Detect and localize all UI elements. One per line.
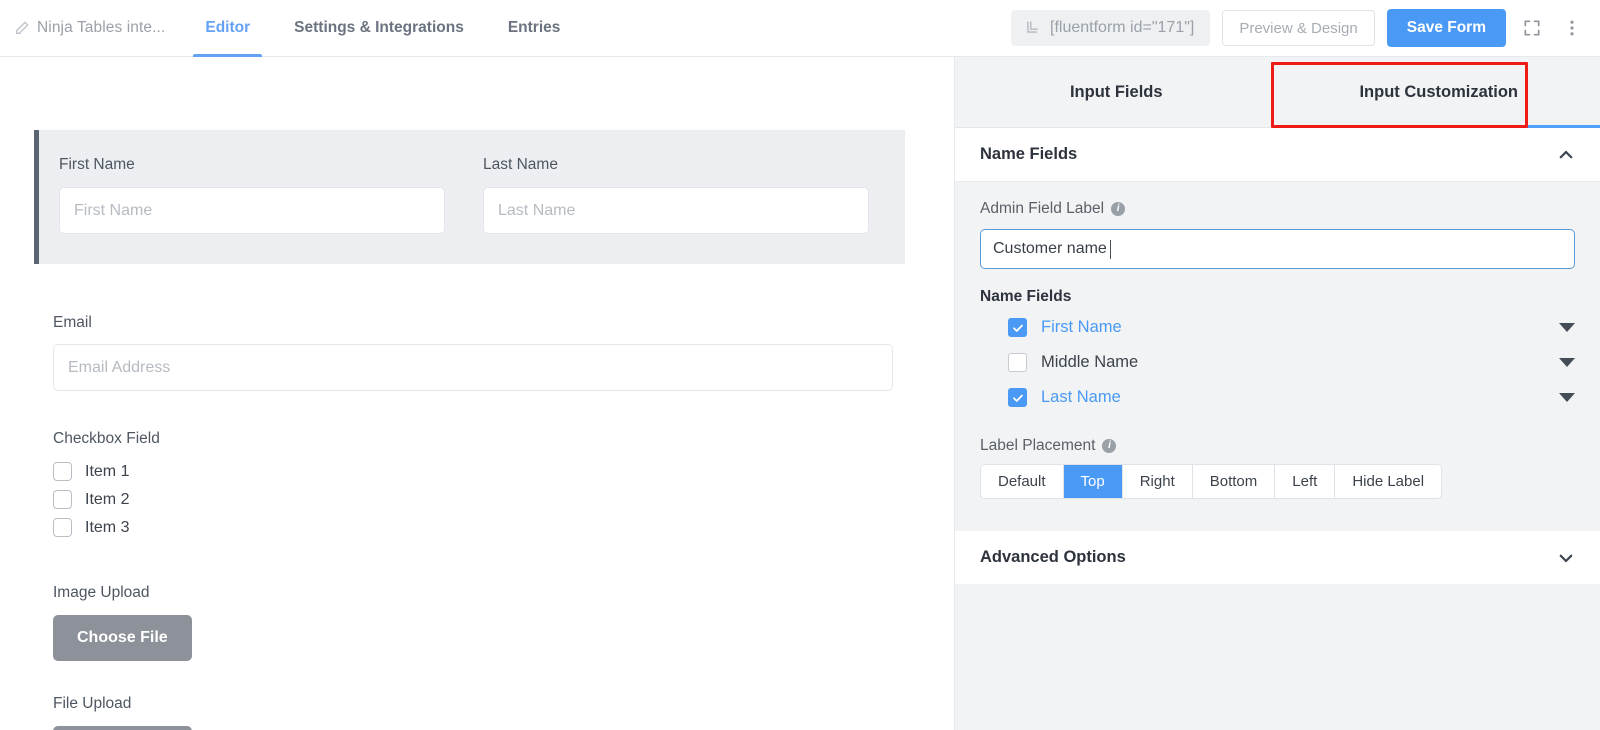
preview-checkbox-item-3-label: Item 3 bbox=[85, 519, 129, 537]
preview-last-name-label: Last Name bbox=[483, 156, 869, 174]
section-body-name-fields: Admin Field Label i Customer name Name F… bbox=[955, 181, 1600, 523]
preview-first-name-label: First Name bbox=[59, 156, 445, 174]
pencil-icon bbox=[14, 20, 30, 36]
label-placement-option-top[interactable]: Top bbox=[1064, 465, 1123, 498]
image-upload-choose-file-button[interactable]: Choose File bbox=[53, 615, 192, 661]
name-field-first-name-label: First Name bbox=[1041, 318, 1122, 337]
tab-editor[interactable]: Editor bbox=[183, 0, 272, 57]
tab-entries[interactable]: Entries bbox=[486, 0, 583, 57]
tab-settings-integrations-label: Settings & Integrations bbox=[294, 19, 464, 37]
admin-field-label-value: Customer name bbox=[993, 240, 1107, 258]
label-placement-option-right[interactable]: Right bbox=[1123, 465, 1193, 498]
preview-email-label: Email bbox=[53, 314, 893, 332]
top-bar-actions: [fluentform id="171"] Preview & Design S… bbox=[1011, 9, 1600, 47]
info-icon[interactable]: i bbox=[1102, 439, 1116, 453]
preview-first-name-input[interactable]: First Name bbox=[59, 187, 445, 234]
top-bar: Ninja Tables inte... Editor Settings & I… bbox=[0, 0, 1600, 57]
save-form-button[interactable]: Save Form bbox=[1387, 9, 1506, 47]
preview-checkbox-item-2-label: Item 2 bbox=[85, 491, 129, 509]
name-field-row-middle-name[interactable]: Middle Name bbox=[980, 345, 1575, 380]
tab-input-customization-label: Input Customization bbox=[1359, 83, 1518, 102]
admin-field-label-label: Admin Field Label i bbox=[980, 200, 1575, 218]
name-field-last-name-label: Last Name bbox=[1041, 388, 1121, 407]
preview-checkbox-item-3[interactable]: Item 3 bbox=[53, 518, 453, 537]
settings-panel: Input Fields Input Customization Name Fi… bbox=[955, 57, 1600, 730]
label-placement-option-default[interactable]: Default bbox=[981, 465, 1064, 498]
form-title: Ninja Tables inte... bbox=[37, 19, 165, 37]
text-caret bbox=[1110, 240, 1111, 259]
fullscreen-icon[interactable] bbox=[1518, 14, 1546, 42]
preview-field-image-upload[interactable]: Image Upload Choose File bbox=[53, 584, 453, 661]
preview-image-upload-label: Image Upload bbox=[53, 584, 453, 602]
preview-checkbox-label: Checkbox Field bbox=[53, 430, 453, 448]
chevron-up-icon bbox=[1557, 146, 1575, 164]
shortcode-text: [fluentform id="171"] bbox=[1050, 19, 1194, 37]
checkbox-checked-icon[interactable] bbox=[1008, 318, 1027, 337]
checkbox-icon[interactable] bbox=[53, 462, 72, 481]
preview-field-name[interactable]: First Name First Name Last Name Last Nam… bbox=[34, 130, 905, 264]
chevron-down-icon[interactable] bbox=[1559, 358, 1575, 367]
info-icon[interactable]: i bbox=[1111, 202, 1125, 216]
section-header-advanced-options[interactable]: Advanced Options bbox=[955, 531, 1600, 584]
panel-content: Name Fields Admin Field Label i Customer… bbox=[955, 128, 1600, 730]
checkbox-checked-icon[interactable] bbox=[1008, 388, 1027, 407]
checkbox-icon[interactable] bbox=[53, 518, 72, 537]
preview-design-button[interactable]: Preview & Design bbox=[1222, 10, 1374, 46]
shortcode-field[interactable]: [fluentform id="171"] bbox=[1011, 10, 1210, 46]
preview-checkbox-item-1-label: Item 1 bbox=[85, 463, 129, 481]
name-fields-subtitle: Name Fields bbox=[980, 288, 1575, 306]
admin-field-label-input[interactable]: Customer name bbox=[980, 229, 1575, 269]
label-placement-option-bottom[interactable]: Bottom bbox=[1193, 465, 1276, 498]
tab-input-customization[interactable]: Input Customization bbox=[1278, 57, 1600, 127]
preview-first-name-group: First Name First Name bbox=[59, 156, 445, 234]
form-builder-app: Ninja Tables inte... Editor Settings & I… bbox=[0, 0, 1600, 730]
tab-input-fields[interactable]: Input Fields bbox=[955, 57, 1278, 127]
label-placement-options: Default Top Right Bottom Left Hide Label bbox=[980, 464, 1442, 499]
preview-file-upload-label: File Upload bbox=[53, 695, 453, 713]
form-preview: First Name First Name Last Name Last Nam… bbox=[0, 57, 955, 730]
section-header-name-fields[interactable]: Name Fields bbox=[955, 128, 1600, 181]
chevron-down-icon[interactable] bbox=[1559, 323, 1575, 332]
preview-field-email[interactable]: Email Email Address bbox=[53, 314, 893, 391]
save-form-label: Save Form bbox=[1407, 19, 1486, 37]
preview-design-label: Preview & Design bbox=[1239, 20, 1357, 37]
copy-shortcode-icon bbox=[1023, 20, 1040, 37]
workspace: First Name First Name Last Name Last Nam… bbox=[0, 57, 1600, 730]
tab-entries-label: Entries bbox=[508, 19, 561, 37]
label-placement-option-hide-label[interactable]: Hide Label bbox=[1335, 465, 1441, 498]
label-placement-text: Label Placement bbox=[980, 437, 1095, 455]
preview-last-name-input[interactable]: Last Name bbox=[483, 187, 869, 234]
file-upload-choose-file-button[interactable]: Choose File bbox=[53, 726, 192, 730]
admin-field-label-text: Admin Field Label bbox=[980, 200, 1104, 218]
preview-field-checkbox[interactable]: Checkbox Field Item 1 Item 2 Item 3 bbox=[53, 430, 453, 546]
tab-settings-integrations[interactable]: Settings & Integrations bbox=[272, 0, 486, 57]
main-nav-tabs: Editor Settings & Integrations Entries bbox=[183, 0, 582, 57]
label-placement-label: Label Placement i bbox=[980, 437, 1575, 455]
checkbox-icon[interactable] bbox=[53, 490, 72, 509]
name-field-row-last-name[interactable]: Last Name bbox=[980, 380, 1575, 415]
section-divider bbox=[955, 523, 1600, 531]
preview-email-input[interactable]: Email Address bbox=[53, 344, 893, 391]
name-field-middle-name-label: Middle Name bbox=[1041, 353, 1138, 372]
more-vertical-icon[interactable] bbox=[1558, 14, 1586, 42]
form-title-group[interactable]: Ninja Tables inte... bbox=[14, 19, 165, 37]
chevron-down-icon bbox=[1557, 549, 1575, 567]
chevron-down-icon[interactable] bbox=[1559, 393, 1575, 402]
preview-checkbox-item-2[interactable]: Item 2 bbox=[53, 490, 453, 509]
preview-field-file-upload[interactable]: File Upload Choose File bbox=[53, 695, 453, 730]
preview-checkbox-item-1[interactable]: Item 1 bbox=[53, 462, 453, 481]
tab-editor-label: Editor bbox=[205, 19, 250, 37]
checkbox-unchecked-icon[interactable] bbox=[1008, 353, 1027, 372]
section-title-advanced-options: Advanced Options bbox=[980, 548, 1126, 567]
panel-tabs: Input Fields Input Customization bbox=[955, 57, 1600, 128]
tab-input-fields-label: Input Fields bbox=[1070, 83, 1163, 102]
preview-last-name-group: Last Name Last Name bbox=[483, 156, 869, 234]
name-field-row-first-name[interactable]: First Name bbox=[980, 310, 1575, 345]
section-title-name-fields: Name Fields bbox=[980, 145, 1077, 164]
label-placement-option-left[interactable]: Left bbox=[1275, 465, 1335, 498]
